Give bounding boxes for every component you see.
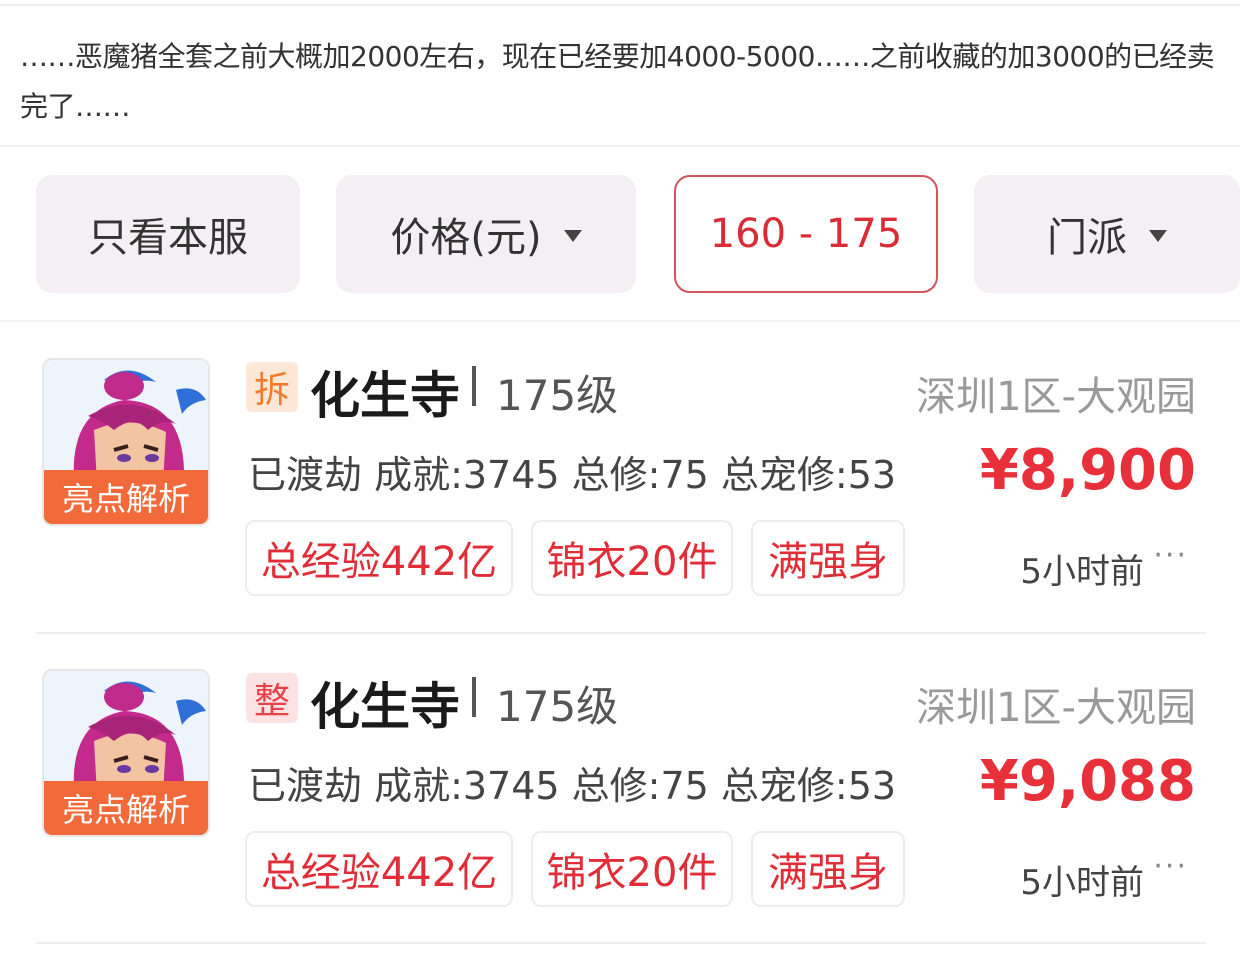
filter-price-label: 价格(元) (390, 215, 542, 261)
character-avatar[interactable]: 亮点解析 (42, 358, 210, 526)
filter-school-dropdown[interactable]: 门派 (974, 175, 1240, 293)
character-avatar[interactable]: 亮点解析 (42, 669, 210, 837)
school-name: 化生寺 (310, 367, 460, 425)
character-stats: 已渡劫 成就:3745 总修:75 总宠修:53 (248, 764, 897, 808)
server-name: 深圳1区-大观园 (916, 685, 1196, 731)
caret-down-icon (563, 230, 582, 242)
filter-level-range-label: 160 - 175 (709, 211, 903, 257)
listing-item[interactable]: 亮点解析 拆 化生寺 175级 深圳1区-大观园 已渡劫 成就:3745 总修:… (0, 322, 1240, 622)
highlight-tag: 满强身 (751, 831, 905, 907)
filter-server-only-label: 只看本服 (88, 215, 248, 261)
top-divider (0, 4, 1240, 6)
highlight-tag: 锦衣20件 (531, 831, 733, 907)
character-level: 175级 (496, 682, 619, 731)
listing-item[interactable]: 亮点解析 整 化生寺 175级 深圳1区-大观园 已渡劫 成就:3745 总修:… (0, 633, 1240, 933)
listing-price: ¥8,900 (979, 438, 1196, 503)
section-divider (0, 145, 1240, 147)
more-dots-icon[interactable]: ··· (1153, 849, 1188, 884)
posted-time: 5小时前 (1020, 863, 1144, 903)
caret-down-icon (1149, 230, 1167, 242)
row-divider (36, 942, 1206, 944)
more-dots-icon[interactable]: ··· (1153, 538, 1188, 573)
filter-school-label: 门派 (1047, 215, 1127, 261)
title-separator (472, 677, 476, 717)
filter-level-range-button[interactable]: 160 - 175 (674, 175, 938, 293)
highlight-tag: 总经验442亿 (245, 520, 513, 596)
character-level: 175级 (496, 371, 619, 420)
highlight-tag: 满强身 (751, 520, 905, 596)
listing-type-badge: 整 (246, 673, 298, 723)
school-name: 化生寺 (310, 678, 460, 736)
server-name: 深圳1区-大观园 (916, 374, 1196, 420)
filter-price-dropdown[interactable]: 价格(元) (336, 175, 636, 293)
highlight-tag: 锦衣20件 (531, 520, 733, 596)
listing-type-badge: 拆 (246, 362, 298, 412)
avatar-highlight-banner: 亮点解析 (44, 470, 208, 524)
posted-time: 5小时前 (1020, 552, 1144, 592)
avatar-highlight-banner: 亮点解析 (44, 781, 208, 835)
comment-text: ……恶魔猪全套之前大概加2000左右，现在已经要加4000-5000……之前收藏… (20, 40, 1215, 123)
filter-server-only-button[interactable]: 只看本服 (36, 175, 300, 293)
title-separator (472, 366, 476, 406)
highlight-tag: 总经验442亿 (245, 831, 513, 907)
character-stats: 已渡劫 成就:3745 总修:75 总宠修:53 (248, 453, 897, 497)
listing-price: ¥9,088 (979, 749, 1196, 814)
